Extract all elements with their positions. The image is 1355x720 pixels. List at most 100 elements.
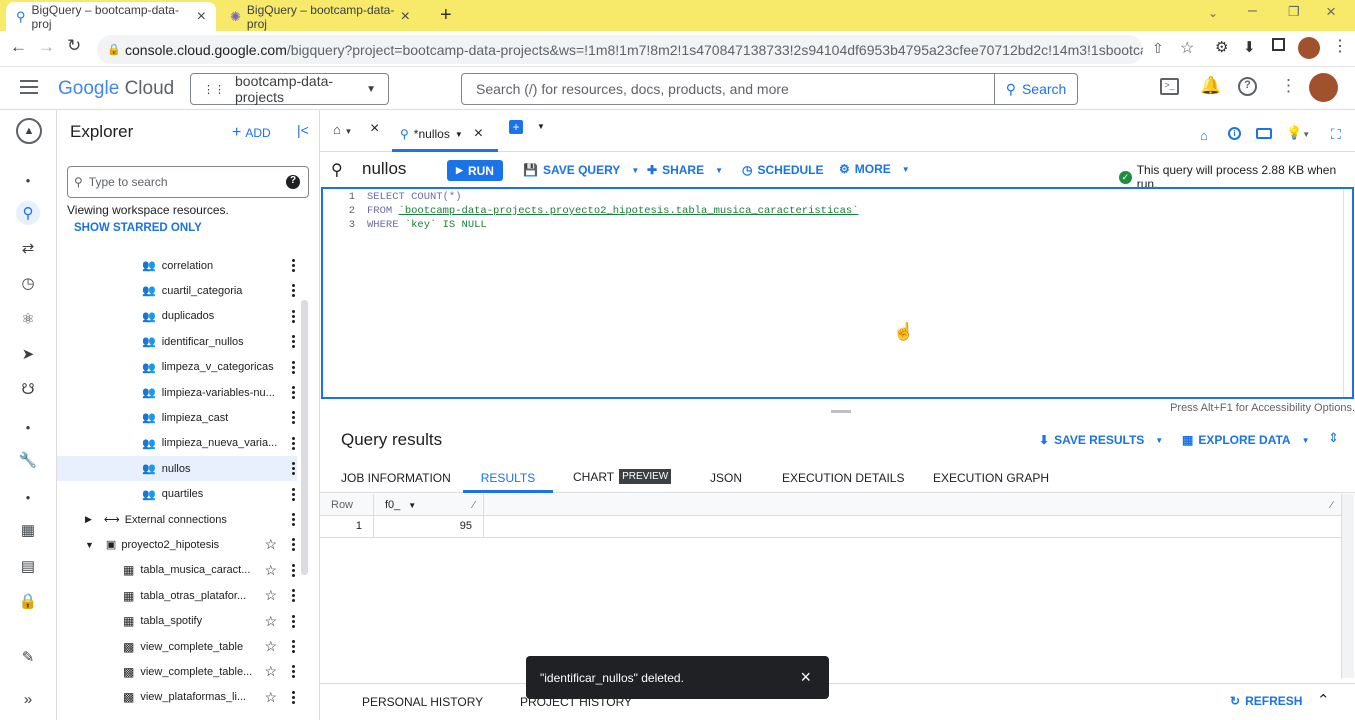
star-icon[interactable]: ☆: [264, 536, 277, 553]
kebab-menu-icon[interactable]: [289, 259, 297, 272]
forward-icon[interactable]: →: [38, 37, 55, 57]
tab-search-icon[interactable]: ⌄: [1208, 6, 1218, 20]
profile-avatar[interactable]: [1298, 37, 1320, 59]
kebab-menu-icon[interactable]: [289, 436, 297, 450]
share-button[interactable]: ✚ SHARE ▼: [647, 163, 723, 177]
kebab-menu-icon[interactable]: [289, 335, 297, 349]
kebab-menu-icon[interactable]: [289, 538, 297, 552]
table-item[interactable]: ▦ tabla_otras_platafor... ☆: [57, 583, 297, 608]
dashboard-icon[interactable]: ▦: [16, 518, 40, 542]
new-tab-icon[interactable]: +: [440, 4, 452, 27]
kebab-menu-icon[interactable]: [289, 411, 297, 425]
explorer-scrollbar[interactable]: [301, 300, 308, 575]
table-item[interactable]: ▦ tabla_spotify ☆: [57, 609, 297, 634]
transfers-icon[interactable]: ⇄: [16, 236, 40, 260]
extensions-icon[interactable]: ⚙: [1215, 38, 1228, 56]
kebab-menu-icon[interactable]: [289, 665, 297, 679]
saved-query-item[interactable]: 👥 limpieza-variables-nu...: [57, 380, 297, 405]
cloud-shell-icon[interactable]: >_: [1160, 78, 1179, 95]
table-item[interactable]: ▩ view_complete_table ☆: [57, 634, 297, 659]
kebab-menu-icon[interactable]: [289, 513, 297, 526]
notifications-bell-icon[interactable]: 🔔: [1200, 76, 1221, 96]
table-item[interactable]: ▩ view_plataformas_li... ☆: [57, 685, 297, 710]
saved-query-item[interactable]: 👥 correlation: [57, 253, 297, 278]
resize-handle[interactable]: [831, 410, 851, 413]
saved-query-item[interactable]: 👥 duplicados: [57, 304, 297, 329]
help-icon[interactable]: ?: [1238, 77, 1257, 96]
project-selector[interactable]: ⋮⋮ bootcamp-data-projects ▼: [190, 73, 389, 105]
home-icon[interactable]: ⌂ ▼: [333, 122, 352, 137]
collapse-panel-icon[interactable]: |<: [297, 122, 309, 138]
sidepanel-icon[interactable]: [1272, 38, 1285, 51]
history-clock-icon[interactable]: ◷: [16, 271, 40, 295]
expand-results-icon[interactable]: ⇕: [1328, 430, 1339, 446]
release-notes-icon[interactable]: ✎: [16, 645, 40, 669]
browser-tab[interactable]: ✺ BigQuery – bootcamp-data-proj ×: [220, 2, 420, 31]
kebab-menu-icon[interactable]: [289, 640, 297, 653]
col-header-f0[interactable]: f0_ ▼: [385, 499, 416, 511]
saved-query-item[interactable]: 👥 nullos: [57, 456, 297, 482]
browser-menu-icon[interactable]: ⋮: [1332, 36, 1348, 56]
save-query-button[interactable]: 💾 SAVE QUERY ▼: [523, 163, 639, 177]
saved-query-item[interactable]: 👥 quartiles: [57, 482, 297, 507]
expand-rail-icon[interactable]: »: [16, 687, 40, 711]
explore-data-button[interactable]: ▦ EXPLORE DATA ▼: [1182, 433, 1310, 447]
kebab-menu-icon[interactable]: [289, 690, 297, 704]
list-box-icon[interactable]: ▤: [16, 554, 40, 578]
external-connections-item[interactable]: ▶ ⟷ External connections: [57, 507, 297, 532]
bookmark-star-icon[interactable]: ☆: [1180, 38, 1194, 58]
info-icon[interactable]: i: [1228, 127, 1241, 140]
tab-execution-details[interactable]: EXECUTION DETAILS: [782, 471, 904, 485]
close-tab-icon[interactable]: ×: [474, 125, 483, 143]
star-icon[interactable]: ☆: [264, 587, 277, 604]
bulb-icon[interactable]: 💡▼: [1286, 125, 1310, 141]
dataset-item[interactable]: ▼ ▣ proyecto2_hipotesis ☆: [57, 532, 297, 557]
results-scrollbar[interactable]: [1341, 494, 1354, 678]
ws-home-icon[interactable]: ⌂: [1200, 128, 1208, 143]
chevron-down-icon[interactable]: ▼: [85, 540, 94, 550]
explorer-search-input[interactable]: ⚲ Type to search ?: [67, 166, 309, 198]
back-icon[interactable]: ←: [10, 37, 27, 57]
bigquery-logo-icon[interactable]: ▲: [16, 118, 42, 144]
keyboard-icon[interactable]: [1256, 128, 1272, 139]
show-starred-button[interactable]: SHOW STARRED ONLY: [74, 222, 202, 234]
reload-icon[interactable]: ↻: [67, 36, 81, 56]
share-page-icon[interactable]: ⇧: [1152, 40, 1164, 57]
saved-query-item[interactable]: 👥 limpeza_v_categoricas: [57, 355, 297, 380]
more-button[interactable]: ⚙ MORE ▼: [839, 162, 910, 176]
pipeline-icon[interactable]: ➤: [16, 342, 40, 366]
kebab-menu-icon[interactable]: [289, 309, 297, 323]
star-icon[interactable]: ☆: [264, 689, 277, 706]
query-editor[interactable]: 1 SELECT COUNT(*) 2 FROM `bootcamp-data-pro…: [321, 187, 1354, 399]
save-results-button[interactable]: ⬇ SAVE RESULTS ▼: [1039, 433, 1163, 447]
search-rail-icon[interactable]: ⚲: [16, 201, 40, 225]
new-query-dropdown-icon[interactable]: ▼: [537, 122, 545, 131]
refresh-button[interactable]: ↻ REFRESH: [1230, 694, 1302, 708]
close-window-icon[interactable]: ×: [1326, 2, 1336, 22]
account-avatar[interactable]: [1309, 73, 1338, 102]
download-icon[interactable]: ⬇: [1243, 38, 1256, 56]
search-input[interactable]: Search (/) for resources, docs, products…: [462, 74, 994, 104]
star-icon[interactable]: ☆: [264, 613, 277, 630]
saved-query-item[interactable]: 👥 identificar_nullos: [57, 329, 297, 354]
kebab-menu-icon[interactable]: [289, 563, 297, 577]
close-tab-icon[interactable]: ×: [401, 8, 410, 26]
browser-tab-active[interactable]: ⚲ BigQuery – bootcamp-data-proj ×: [6, 2, 216, 31]
chevron-right-icon[interactable]: ▶: [85, 514, 92, 525]
personal-history-tab[interactable]: PERSONAL HISTORY: [362, 695, 483, 709]
star-icon[interactable]: ☆: [264, 562, 277, 579]
graph-icon[interactable]: ☋: [16, 377, 40, 401]
saved-query-item[interactable]: 👥 limpieza_nueva_varia...: [57, 431, 297, 456]
tab-chart[interactable]: CHART PREVIEW: [573, 469, 672, 484]
restore-icon[interactable]: ❐: [1288, 4, 1300, 20]
kebab-menu-icon[interactable]: [289, 386, 297, 399]
resize-col-icon[interactable]: ∕: [473, 500, 475, 511]
table-item[interactable]: ▦ tabla_musica_caract... ☆: [57, 558, 297, 583]
help-icon[interactable]: ?: [286, 175, 300, 189]
run-button[interactable]: ▶ RUN: [447, 160, 503, 181]
add-button[interactable]: + ADD: [232, 124, 271, 142]
tab-execution-graph[interactable]: EXECUTION GRAPH: [933, 471, 1049, 485]
kebab-menu-icon[interactable]: [289, 614, 297, 628]
lock-rail-icon[interactable]: 🔒: [16, 589, 40, 613]
close-home-tab-icon[interactable]: ×: [370, 120, 379, 138]
